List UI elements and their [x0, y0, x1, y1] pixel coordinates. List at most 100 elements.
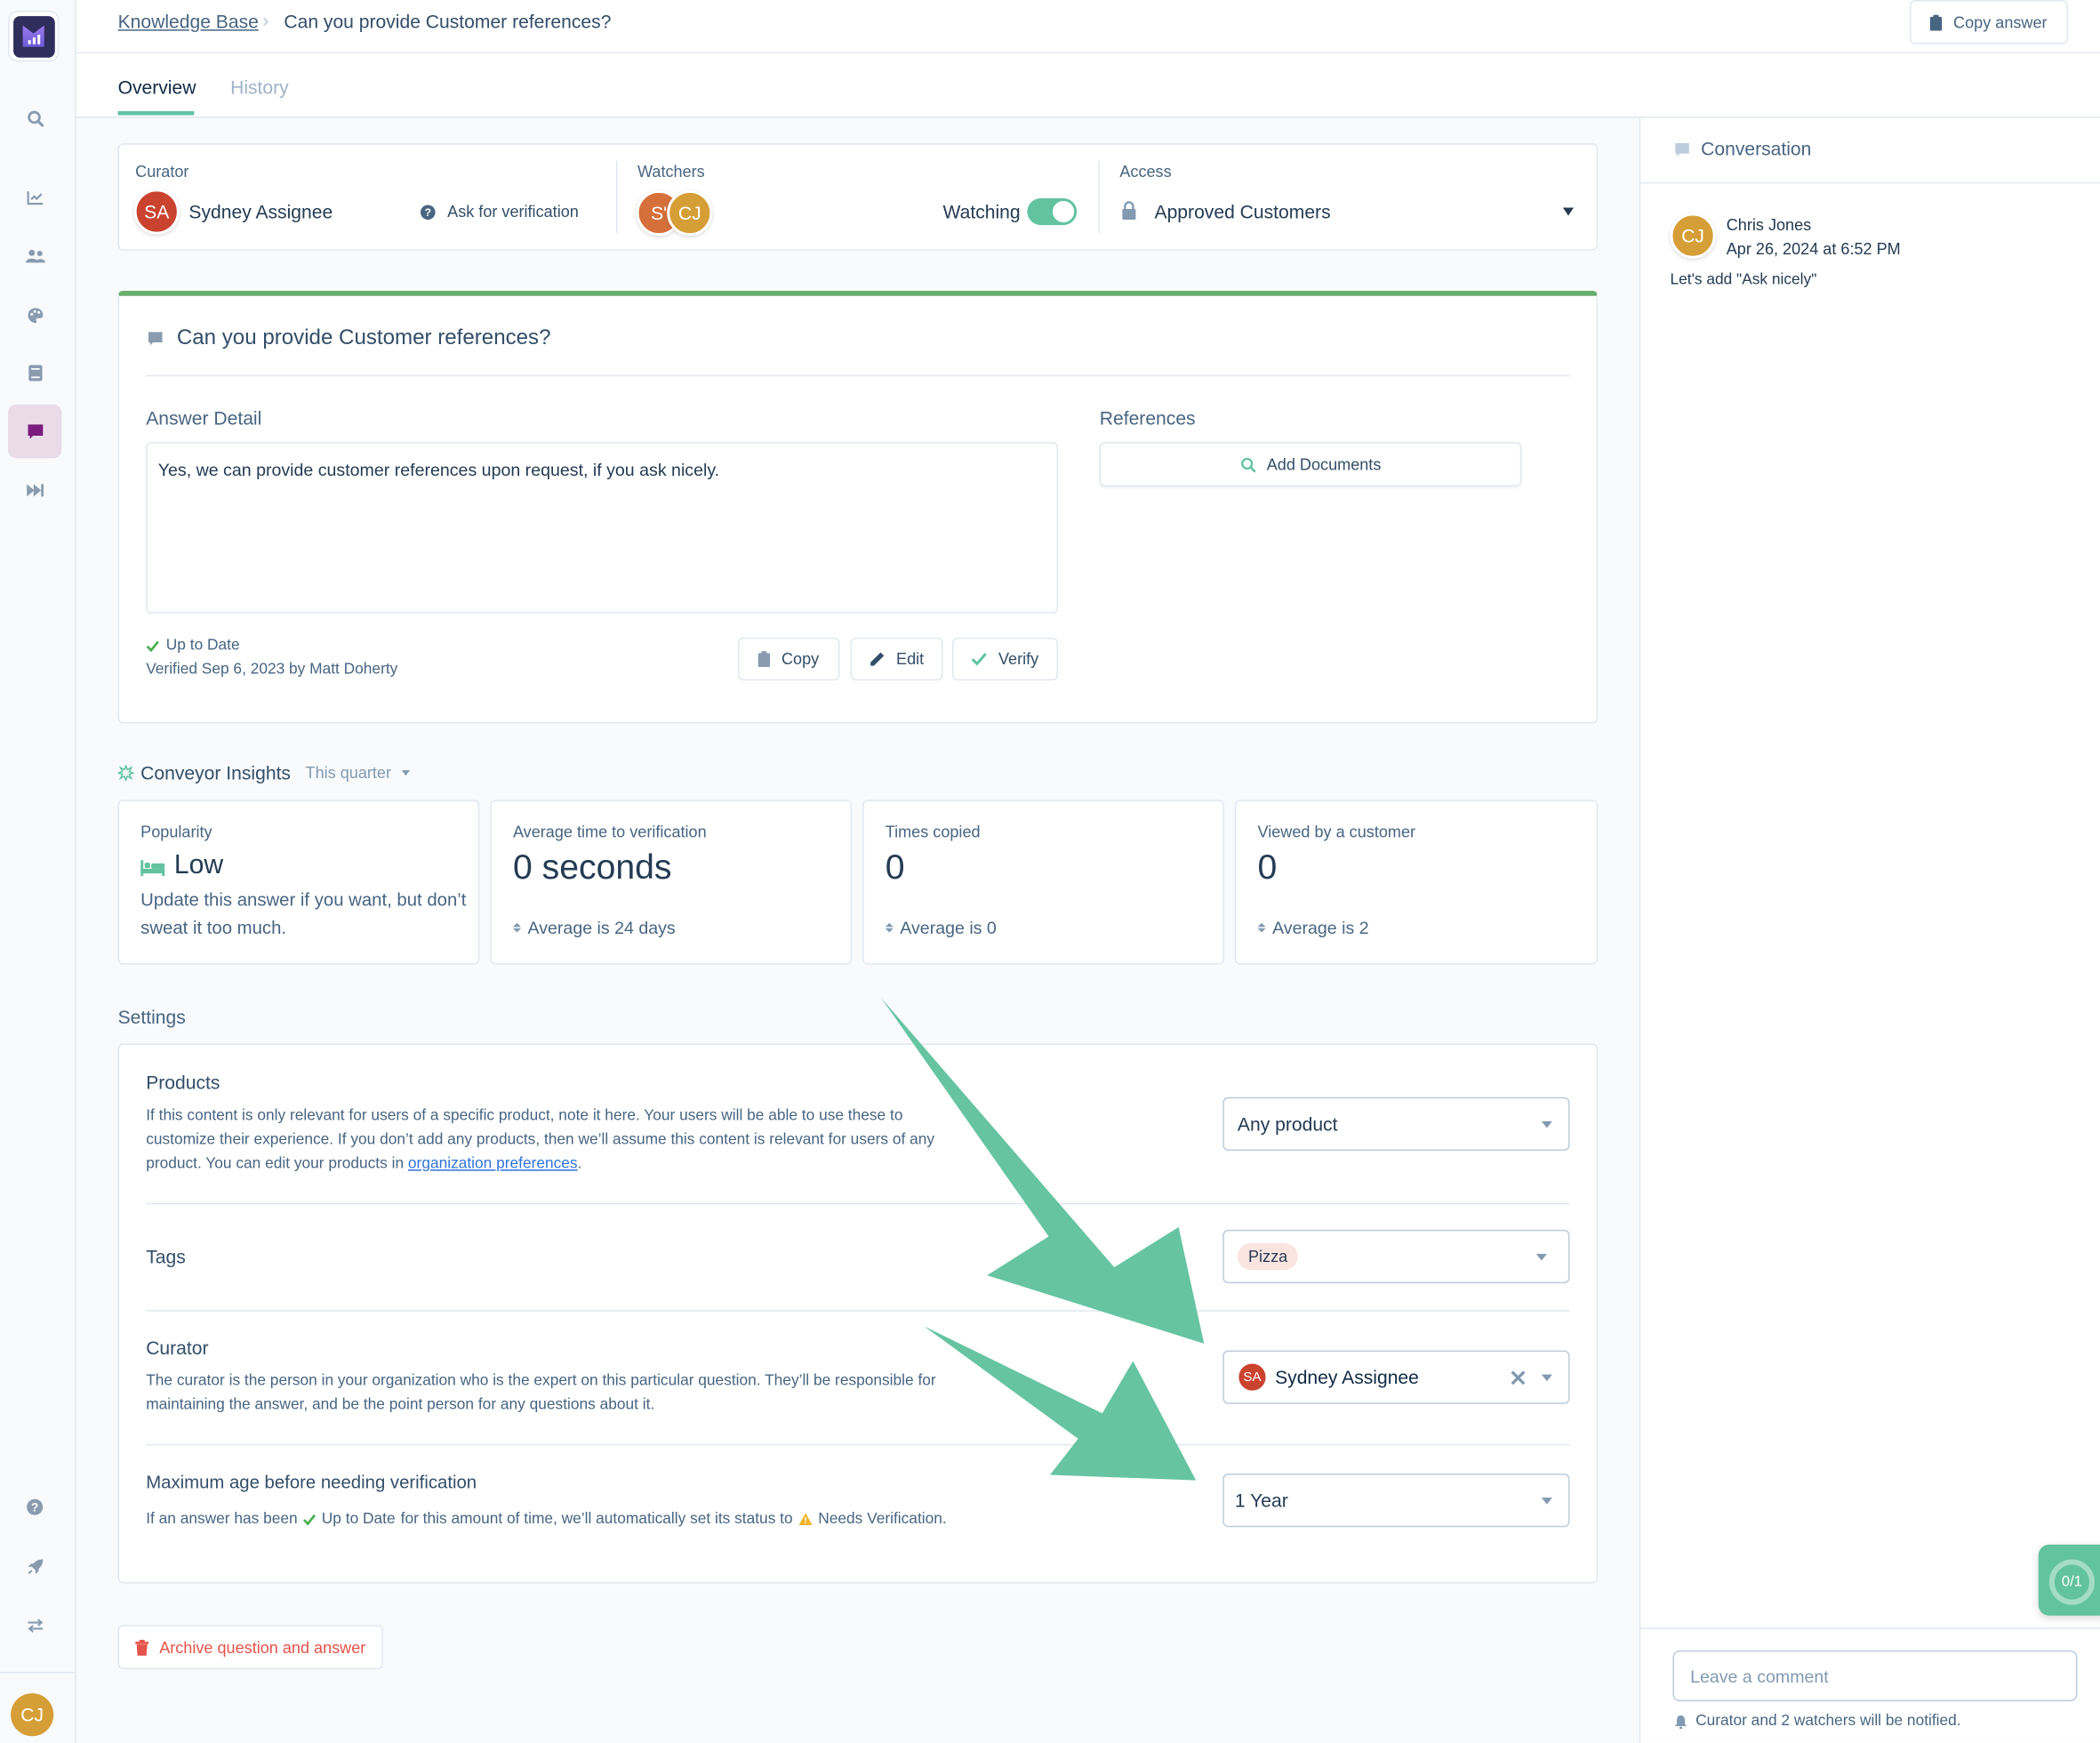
progress-widget[interactable]: 0/1 — [2038, 1544, 2100, 1616]
insight-value: 0 — [1257, 847, 1278, 888]
bed-icon — [140, 860, 165, 877]
curator-select[interactable]: SA Sydney Assignee — [1222, 1350, 1570, 1404]
settings-divider — [146, 1202, 1570, 1205]
sidebar-item-knowledge-base[interactable] — [8, 404, 62, 459]
lock-icon — [1122, 201, 1136, 221]
sort-icon — [512, 922, 521, 933]
progress-label: 0/1 — [2061, 1574, 2082, 1591]
insights-period[interactable]: This quarter — [306, 764, 391, 783]
breadcrumb-current: Can you provide Customer references? — [284, 11, 612, 33]
copy-button[interactable]: Copy — [738, 638, 840, 681]
sidebar-item-search[interactable] — [8, 91, 61, 144]
curator-name: Sydney Assignee — [188, 200, 333, 223]
answer-detail-label: Answer Detail — [146, 406, 262, 430]
watching-toggle[interactable] — [1027, 197, 1078, 226]
products-title: Products — [146, 1072, 220, 1094]
app-logo[interactable] — [8, 11, 60, 62]
sidebar-item-library[interactable] — [8, 346, 61, 399]
sidebar-divider — [0, 1671, 76, 1674]
insight-title: Viewed by a customer — [1257, 822, 1416, 842]
answer-textarea[interactable]: Yes, we can provide customer references … — [146, 442, 1059, 614]
chart-icon — [26, 190, 43, 205]
access-value: Approved Customers — [1154, 200, 1331, 223]
insight-value: 0 seconds — [512, 847, 672, 888]
sparkle-icon — [117, 765, 134, 782]
sidebar: ? CJ — [0, 0, 76, 1743]
conversation-title: Conversation — [1701, 138, 1812, 160]
tags-select[interactable]: Pizza — [1222, 1229, 1570, 1284]
max-age-select[interactable]: 1 Year — [1222, 1474, 1570, 1528]
warning-icon — [798, 1513, 813, 1526]
tab-overview[interactable]: Overview — [118, 76, 196, 98]
meta-card: Curator SA Sydney Assignee ? Ask for ver… — [117, 143, 1599, 251]
verify-button[interactable]: Verify — [952, 638, 1059, 681]
clear-icon[interactable] — [1511, 1370, 1526, 1386]
insight-average: Average is 0 — [885, 917, 997, 938]
ask-verification-button[interactable]: ? Ask for verification — [421, 202, 579, 221]
curator-select-value: Sydney Assignee — [1275, 1366, 1419, 1388]
max-age-desc-mid: for this amount of time, we’ll automatic… — [400, 1511, 793, 1528]
insight-average: Average is 24 days — [512, 917, 676, 938]
ask-verification-label: Ask for verification — [447, 202, 579, 221]
sidebar-item-branding[interactable] — [8, 288, 61, 341]
breadcrumb-knowledge-base[interactable]: Knowledge Base — [118, 11, 259, 32]
rocket-icon — [27, 1558, 43, 1574]
question-card: Can you provide Customer references? Ans… — [117, 290, 1599, 724]
sidebar-item-help[interactable]: ? — [8, 1481, 61, 1534]
sidebar-item-fast-forward[interactable] — [8, 463, 61, 517]
copy-answer-label: Copy answer — [1953, 12, 2048, 32]
verify-label: Verify — [998, 649, 1039, 669]
check-icon — [972, 653, 988, 666]
comment-time: Apr 26, 2024 at 6:52 PM — [1726, 239, 1901, 259]
archive-button[interactable]: Archive question and answer — [117, 1625, 383, 1669]
add-documents-button[interactable]: Add Documents — [1099, 442, 1522, 486]
insight-title: Times copied — [885, 822, 981, 842]
tab-history[interactable]: History — [230, 76, 289, 98]
references-label: References — [1099, 406, 1196, 430]
access-label: Access — [1119, 162, 1172, 181]
access-select[interactable]: Approved Customers — [1121, 198, 1590, 225]
insight-title: Popularity — [140, 822, 212, 842]
pencil-icon — [870, 652, 885, 666]
trash-icon — [135, 1639, 149, 1656]
insight-card-times-copied: Times copied 0 Average is 0 — [862, 799, 1224, 965]
archive-label: Archive question and answer — [159, 1637, 366, 1657]
edit-button[interactable]: Edit — [850, 638, 943, 681]
sidebar-item-users[interactable] — [8, 229, 61, 283]
chevron-down-icon — [1541, 1374, 1552, 1382]
user-avatar[interactable]: CJ — [11, 1693, 54, 1737]
curator-select-avatar: SA — [1237, 1362, 1268, 1393]
comment-input[interactable]: Leave a comment — [1672, 1650, 2078, 1702]
organization-preferences-link[interactable]: organization preferences — [408, 1156, 578, 1172]
edit-label: Edit — [896, 649, 925, 669]
watchers-label: Watchers — [637, 162, 705, 181]
sidebar-item-switch[interactable] — [8, 1598, 61, 1651]
curator-setting-description: The curator is the person in your organi… — [146, 1373, 936, 1414]
users-icon — [25, 249, 45, 262]
check-icon — [303, 1514, 317, 1525]
copy-answer-button[interactable]: Copy answer — [1910, 0, 2068, 44]
toggle-knob — [1053, 200, 1075, 223]
comment-placeholder: Leave a comment — [1690, 1666, 1829, 1687]
notify-note: Curator and 2 watchers will be notified. — [1674, 1714, 1961, 1730]
insight-average-text: Average is 24 days — [527, 917, 676, 938]
insight-card-popularity: Popularity Low Update this answer if you… — [117, 799, 480, 965]
chevron-down-icon — [1535, 1253, 1547, 1261]
settings-divider — [146, 1443, 1570, 1446]
tag-chip[interactable]: Pizza — [1237, 1242, 1299, 1271]
sidebar-item-launch[interactable] — [8, 1539, 61, 1593]
curator-setting-title: Curator — [146, 1337, 209, 1359]
max-age-value: 1 Year — [1234, 1490, 1288, 1512]
insights-header: Conveyor Insights This quarter — [117, 762, 411, 783]
chevron-down-icon — [1541, 1120, 1552, 1129]
top-bar: Knowledge Base › Can you provide Custome… — [76, 0, 2100, 54]
question-divider — [146, 374, 1570, 377]
chevron-down-icon[interactable] — [402, 770, 411, 776]
watcher-avatar[interactable]: CJ — [667, 189, 713, 237]
settings-divider — [146, 1310, 1570, 1312]
insight-average-text: Average is 0 — [900, 917, 997, 938]
conversation-panel: Conversation CJ Chris Jones Apr 26, 2024… — [1639, 117, 2100, 1743]
question-title: Can you provide Customer references? — [176, 326, 551, 350]
sidebar-item-analytics[interactable] — [8, 170, 61, 223]
products-select[interactable]: Any product — [1222, 1096, 1570, 1151]
